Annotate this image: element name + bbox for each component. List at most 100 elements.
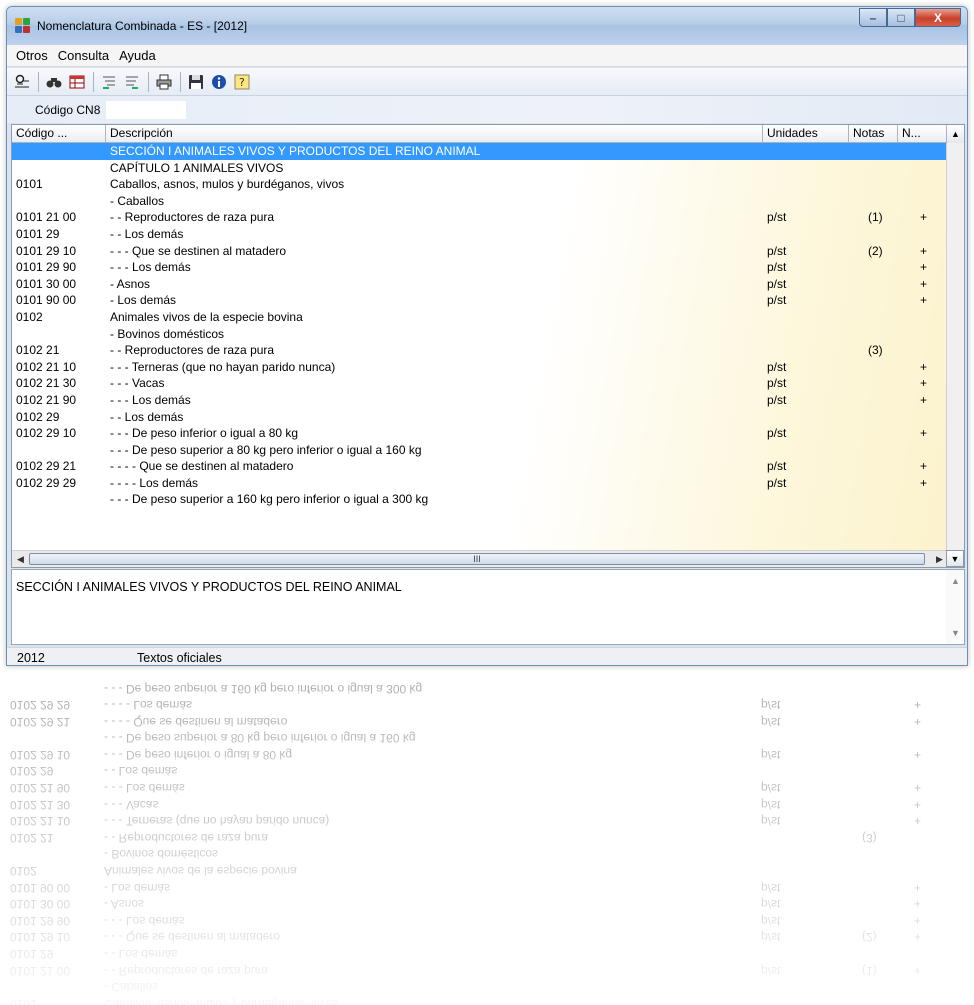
table-row[interactable]: 0102 21 10 - - - Terneras (que no hayan p… [12, 359, 948, 376]
row-n: + [920, 293, 928, 308]
window-reflection: SECCIÓN I ANIMALES VIVOS Y PRODUCTOS DEL… [6, 680, 968, 1005]
close-button[interactable]: X [915, 8, 961, 27]
row-units: p/st [767, 243, 787, 258]
reflection-cell: p/st [761, 913, 781, 928]
reflection-cell: 0101 30 00 [10, 897, 71, 912]
row-code: 0102 21 [16, 343, 60, 358]
vertical-scrollbar[interactable] [946, 143, 964, 551]
table-row[interactable]: 0101 29 10 - - - Que se destinen al matad… [12, 243, 948, 260]
reflection-cell: - Asnos [104, 897, 145, 912]
expand-tree-icon[interactable] [98, 71, 120, 93]
table-icon[interactable] [66, 71, 88, 93]
row-units: p/st [767, 276, 787, 291]
row-units: p/st [767, 260, 787, 275]
reflection-cell: + [914, 797, 922, 812]
reflection-cell: p/st [761, 747, 781, 762]
minimize-button[interactable]: – [859, 8, 887, 27]
table-row[interactable]: 0102 29 21 - - - - Que se destinen al mat… [12, 458, 948, 475]
title-bar[interactable]: Nomenclatura Combinada - ES - [2012] – □… [7, 7, 967, 45]
table-row[interactable]: 0102 21 30 - - - Vacas p/st + [12, 375, 948, 392]
save-icon[interactable] [185, 71, 207, 93]
row-code: 0102 29 [16, 409, 60, 424]
table-row[interactable]: - - - De peso superior a 80 kg pero infe… [12, 442, 948, 459]
collapse-tree-icon[interactable] [121, 71, 143, 93]
reflection-cell: - - - Terneras (que no hayan parido nunc… [104, 814, 330, 829]
nomenclature-grid[interactable]: Código ... Descripción Unidades Notas N.… [11, 124, 965, 568]
column-header-notes[interactable]: Notas [849, 125, 898, 143]
reflection-row: 0102 Animales vivos de la especie bovina [6, 863, 968, 880]
row-units: p/st [767, 426, 787, 441]
scroll-left-arrow-icon[interactable]: ◀ [12, 551, 29, 567]
table-row[interactable]: 0102 21 90 - - - Los demás p/st + [12, 392, 948, 409]
scroll-up-arrow-icon[interactable]: ▲ [946, 125, 964, 143]
reflection-cell: 0102 21 10 [10, 814, 71, 829]
reflection-cell: p/st [761, 797, 781, 812]
reflection-row: 0101 90 00 - Los demás p/st + [6, 879, 968, 896]
reflection-cell: Caballos, asnos, mulos y burdéganos, viv… [104, 996, 339, 1005]
table-row[interactable]: - Bovinos domésticos [12, 326, 948, 343]
row-n: + [920, 260, 928, 275]
table-row[interactable]: - Caballos [12, 193, 948, 210]
row-units: p/st [767, 359, 787, 374]
table-row[interactable]: 0102 21 - - Reproductores de raza pura (3) [12, 342, 948, 359]
reflection-row: 0102 21 90 - - - Los demás p/st + [6, 780, 968, 797]
reflection-cell: + [914, 814, 922, 829]
row-n: + [920, 210, 928, 225]
row-code: 0101 [16, 177, 43, 192]
table-row[interactable]: 0101 30 00 - Asnos p/st + [12, 276, 948, 293]
row-description: Animales vivos de la especie bovina [110, 309, 303, 324]
binoculars-icon[interactable] [43, 71, 65, 93]
table-row[interactable]: 0102 29 10 - - - De peso inferior o igual… [12, 425, 948, 442]
row-description: - - - De peso superior a 160 kg pero inf… [110, 492, 429, 507]
table-row[interactable]: SECCIÓN I ANIMALES VIVOS Y PRODUCTOS DEL… [12, 143, 948, 160]
reflection-cell: + [914, 714, 922, 729]
table-row[interactable]: 0101 90 00 - Los demás p/st + [12, 292, 948, 309]
table-row[interactable]: 0102 29 29 - - - - Los demás p/st + [12, 475, 948, 492]
table-row[interactable]: 0101 21 00 - - Reproductores de raza pura… [12, 209, 948, 226]
print-icon[interactable] [153, 71, 175, 93]
reflection-cell: 0102 21 90 [10, 781, 71, 796]
table-row[interactable]: 0102 Animales vivos de la especie bovina [12, 309, 948, 326]
table-row[interactable]: 0101 Caballos, asnos, mulos y burdéganos,… [12, 176, 948, 193]
description-scrollbar[interactable]: ▲ ▼ [946, 570, 964, 644]
menu-otros[interactable]: Otros [11, 48, 53, 63]
horizontal-scrollbar[interactable]: ◀ III ▶ [12, 550, 948, 567]
reflection-row: 0101 29 10 - - - Que se destinen al matad… [6, 929, 968, 946]
table-row[interactable]: 0101 29 - - Los demás [12, 226, 948, 243]
column-header-code[interactable]: Código ... [12, 125, 106, 143]
column-header-description[interactable]: Descripción [106, 125, 763, 143]
status-label: Textos oficiales [137, 650, 222, 665]
scroll-down-arrow-icon[interactable]: ▼ [946, 550, 964, 567]
table-row[interactable]: CAPÍTULO 1 ANIMALES VIVOS [12, 160, 948, 177]
status-year: 2012 [17, 650, 45, 665]
reflection-row: 0101 29 - - Los demás [6, 946, 968, 963]
reflection-cell: + [914, 897, 922, 912]
menu-consulta[interactable]: Consulta [53, 48, 114, 63]
reflection-row: - - - De peso superior a 160 kg pero inf… [6, 680, 968, 697]
menu-ayuda[interactable]: Ayuda [114, 48, 161, 63]
reflection-cell: p/st [761, 698, 781, 713]
description-scroll-down-icon[interactable]: ▼ [951, 628, 960, 638]
row-notes: (2) [868, 243, 883, 258]
description-scroll-up-icon[interactable]: ▲ [951, 576, 960, 586]
horizontal-scroll-thumb[interactable]: III [29, 553, 925, 565]
table-row[interactable]: 0102 29 - - Los demás [12, 409, 948, 426]
toolbar-separator [38, 71, 39, 92]
reflection-cell: p/st [761, 714, 781, 729]
row-description: - Asnos [110, 276, 151, 291]
reflection-cell: - - - Vacas [104, 797, 159, 812]
reflection-cell: 0102 29 29 [10, 698, 71, 713]
reflection-row: 0102 29 - - Los demás [6, 763, 968, 780]
code-cn8-input[interactable] [106, 100, 187, 119]
help-icon[interactable]: ? [231, 71, 253, 93]
reflection-row: - Bovinos domésticos [6, 846, 968, 863]
reflection-cell: - Los demás [104, 880, 171, 895]
table-row[interactable]: 0101 29 90 - - - Los demás p/st + [12, 259, 948, 276]
description-panel[interactable]: SECCIÓN I ANIMALES VIVOS Y PRODUCTOS DEL… [11, 569, 965, 645]
column-header-n[interactable]: N... [898, 125, 948, 143]
maximize-button[interactable]: □ [887, 8, 915, 27]
table-row[interactable]: - - - De peso superior a 160 kg pero inf… [12, 491, 948, 508]
search-filter-icon[interactable] [11, 71, 33, 93]
column-header-units[interactable]: Unidades [763, 125, 849, 143]
info-icon[interactable] [208, 71, 230, 93]
